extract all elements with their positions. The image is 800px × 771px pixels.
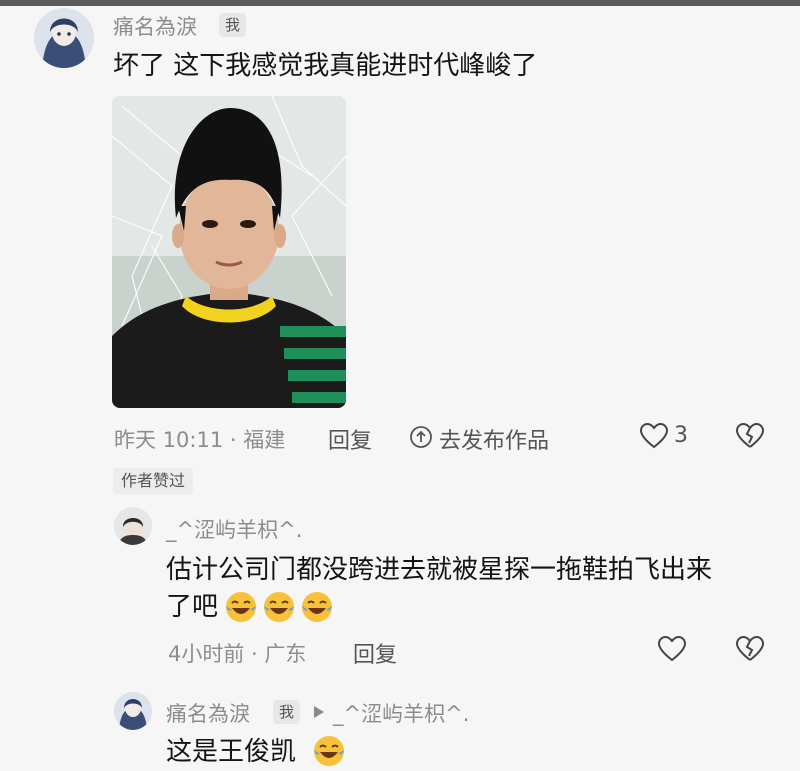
tears-of-joy-emoji	[264, 592, 294, 622]
reply2-username[interactable]: 痛名為淚	[166, 698, 250, 728]
reply2-me-badge: 我	[273, 700, 301, 724]
reply2-reply-to[interactable]: _^涩屿羊枳^.	[333, 698, 469, 728]
comment-photo[interactable]	[112, 96, 346, 408]
heart-outline-icon[interactable]	[639, 422, 669, 450]
heart-outline-icon[interactable]	[657, 635, 687, 663]
user-avatar[interactable]	[34, 8, 94, 68]
tears-of-joy-emoji	[314, 736, 344, 766]
comment-text: 坏了 这下我感觉我真能进时代峰峻了	[113, 51, 538, 81]
tears-of-joy-emoji	[226, 592, 256, 622]
reply-username[interactable]: _^涩屿羊枳^.	[166, 514, 302, 544]
upload-circle-icon[interactable]	[409, 425, 433, 449]
like-count: 3	[674, 423, 688, 448]
comment-username[interactable]: 痛名為淚	[113, 11, 197, 41]
publish-work-button[interactable]: 去发布作品	[439, 423, 549, 455]
broken-heart-icon[interactable]	[735, 635, 765, 663]
comment-reply-button[interactable]: 回复	[328, 423, 372, 455]
reply2-text: 这是王俊凯	[166, 737, 297, 767]
comment-time-location: 昨天 10:11 · 福建	[114, 428, 286, 452]
emoji-group	[224, 590, 334, 624]
author-liked-badge: 作者赞过	[113, 468, 194, 494]
broken-heart-icon[interactable]	[735, 422, 765, 450]
reply-user-avatar[interactable]	[114, 507, 152, 545]
tears-of-joy-emoji	[302, 592, 332, 622]
top-status-strip	[0, 0, 800, 6]
me-badge: 我	[219, 13, 247, 37]
play-triangle-icon	[314, 706, 324, 718]
reply-text-line2: 了吧	[166, 592, 219, 622]
reply-time-location: 4小时前 · 广东	[168, 642, 307, 666]
reply-text-line1: 估计公司门都没跨进去就被星探一拖鞋拍飞出来	[166, 555, 713, 585]
reply-reply-button[interactable]: 回复	[353, 637, 397, 669]
reply2-user-avatar[interactable]	[114, 692, 152, 730]
